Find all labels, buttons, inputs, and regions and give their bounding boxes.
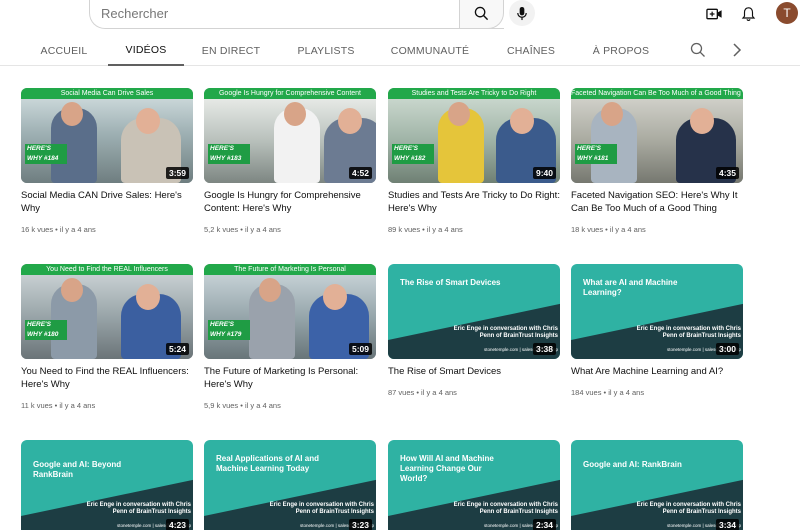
video-thumbnail[interactable]: The Future of Marketing Is Personal HERE…	[204, 264, 376, 359]
thumbnail-subtitle: Eric Enge in conversation with Chris Pen…	[636, 502, 741, 515]
duration-badge: 4:52	[348, 167, 372, 179]
heres-why-badge: HERE'S WHY #181	[575, 144, 617, 164]
video-thumbnail[interactable]: Google Is Hungry for Comprehensive Conte…	[204, 88, 376, 183]
thumbnail-title: Real Applications of AI and Machine Lear…	[216, 454, 319, 473]
avatar[interactable]: T	[776, 2, 798, 24]
video-thumbnail[interactable]: Studies and Tests Are Tricky to Do Right…	[388, 88, 560, 183]
thumbnail-banner: You Need to Find the REAL Influencers	[21, 264, 193, 275]
heres-why-badge: HERE'S WHY #179	[208, 320, 250, 340]
video-card[interactable]: Social Media Can Drive Sales HERE'S WHY …	[21, 88, 193, 243]
thumbnail-banner: Faceted Navigation Can Be Too Much of a …	[571, 88, 743, 99]
duration-badge: 2:34	[532, 519, 556, 530]
thumbnail-subtitle: Eric Enge in conversation with Chris Pen…	[86, 502, 191, 515]
thumbnail-title: Google and AI: Beyond RankBrain	[33, 460, 122, 479]
video-thumbnail[interactable]: You Need to Find the REAL Influencers HE…	[21, 264, 193, 359]
thumbnail-subtitle: Eric Enge in conversation with Chris Pen…	[269, 502, 374, 515]
thumbnail-banner: The Future of Marketing Is Personal	[204, 264, 376, 275]
video-title[interactable]: What Are Machine Learning and AI?	[571, 365, 743, 378]
thumbnail-banner: Studies and Tests Are Tricky to Do Right	[388, 88, 560, 99]
heres-why-badge: HERE'S WHY #180	[25, 320, 67, 340]
duration-badge: 3:59	[165, 167, 189, 179]
chevron-right-icon[interactable]	[731, 42, 743, 58]
video-title[interactable]: Studies and Tests Are Tricky to Do Right…	[388, 189, 560, 215]
video-thumbnail[interactable]: Faceted Navigation Can Be Too Much of a …	[571, 88, 743, 183]
video-title[interactable]: The Rise of Smart Devices	[388, 365, 560, 378]
create-video-icon	[705, 8, 722, 20]
tab-accueil[interactable]: ACCUEIL	[30, 36, 98, 65]
duration-badge: 4:23	[165, 519, 189, 530]
duration-badge: 5:24	[165, 343, 189, 355]
thumbnail-subtitle: Eric Enge in conversation with Chris Pen…	[453, 502, 558, 515]
video-card[interactable]: Google and AI: Beyond RankBrain Eric Eng…	[21, 440, 193, 530]
video-title[interactable]: Faceted Navigation SEO: Here's Why It Ca…	[571, 189, 743, 215]
duration-badge: 3:23	[348, 519, 372, 530]
video-meta: 5,9 k vues • il y a 4 ans	[204, 401, 281, 410]
tab-communaute[interactable]: COMMUNAUTÉ	[386, 36, 474, 65]
video-title[interactable]: Social Media CAN Drive Sales: Here's Why	[21, 189, 193, 215]
mic-icon	[517, 6, 527, 20]
search-button[interactable]	[459, 0, 504, 29]
thumbnail-title: Google and AI: RankBrain	[583, 460, 682, 469]
video-card[interactable]: The Rise of Smart Devices Eric Enge in c…	[388, 264, 560, 419]
video-thumbnail[interactable]: Real Applications of AI and Machine Lear…	[204, 440, 376, 530]
video-thumbnail[interactable]: Social Media Can Drive Sales HERE'S WHY …	[21, 88, 193, 183]
voice-search-button[interactable]	[509, 0, 535, 26]
tab-playlists[interactable]: PLAYLISTS	[288, 36, 364, 65]
video-meta: 184 vues • il y a 4 ans	[571, 388, 645, 397]
video-card[interactable]: Faceted Navigation Can Be Too Much of a …	[571, 88, 743, 243]
video-thumbnail[interactable]: What are AI and Machine Learning? Eric E…	[571, 264, 743, 359]
duration-badge: 3:38	[532, 343, 556, 355]
heres-why-badge: HERE'S WHY #182	[392, 144, 434, 164]
video-title[interactable]: Google Is Hungry for Comprehensive Conte…	[204, 189, 376, 215]
tab-en-direct[interactable]: EN DIRECT	[195, 36, 267, 65]
video-meta: 18 k vues • il y a 4 ans	[571, 225, 646, 234]
tab-search-icon[interactable]	[690, 42, 706, 58]
notifications-button[interactable]	[738, 4, 758, 24]
thumbnail-subtitle: Eric Enge in conversation with Chris Pen…	[636, 326, 741, 339]
video-card[interactable]: What are AI and Machine Learning? Eric E…	[571, 264, 743, 419]
video-card[interactable]: Studies and Tests Are Tricky to Do Right…	[388, 88, 560, 243]
video-title[interactable]: The Future of Marketing Is Personal: Her…	[204, 365, 376, 391]
thumbnail-title: What are AI and Machine Learning?	[583, 278, 678, 297]
thumbnail-subtitle: Eric Enge in conversation with Chris Pen…	[453, 326, 558, 339]
search-input[interactable]	[101, 3, 456, 23]
thumbnail-banner: Google Is Hungry for Comprehensive Conte…	[204, 88, 376, 99]
heres-why-badge: HERE'S WHY #184	[25, 144, 67, 164]
video-meta: 11 k vues • il y a 4 ans	[21, 401, 96, 410]
tab-chaines[interactable]: CHAÎNES	[496, 36, 566, 65]
tab-videos[interactable]: VIDÉOS	[108, 36, 184, 66]
video-card[interactable]: Real Applications of AI and Machine Lear…	[204, 440, 376, 530]
video-card[interactable]: Google Is Hungry for Comprehensive Conte…	[204, 88, 376, 243]
video-meta: 89 k vues • il y a 4 ans	[388, 225, 463, 234]
create-button[interactable]	[704, 4, 724, 24]
video-meta: 87 vues • il y a 4 ans	[388, 388, 457, 397]
bell-icon	[741, 7, 755, 21]
duration-badge: 4:35	[715, 167, 739, 179]
video-card[interactable]: The Future of Marketing Is Personal HERE…	[204, 264, 376, 419]
duration-badge: 5:09	[348, 343, 372, 355]
video-meta: 16 k vues • il y a 4 ans	[21, 225, 96, 234]
video-thumbnail[interactable]: Google and AI: RankBrain Eric Enge in co…	[571, 440, 743, 530]
video-thumbnail[interactable]: How Will AI and Machine Learning Change …	[388, 440, 560, 530]
thumbnail-title: The Rise of Smart Devices	[400, 278, 501, 287]
duration-badge: 9:40	[532, 167, 556, 179]
video-meta: 5,2 k vues • il y a 4 ans	[204, 225, 281, 234]
tab-a-propos[interactable]: À PROPOS	[586, 36, 656, 65]
thumbnail-banner: Social Media Can Drive Sales	[21, 88, 193, 99]
channel-tabs: ACCUEIL VIDÉOS EN DIRECT PLAYLISTS COMMU…	[0, 36, 800, 66]
video-card[interactable]: You Need to Find the REAL Influencers HE…	[21, 264, 193, 419]
search-icon	[474, 6, 489, 21]
video-thumbnail[interactable]: The Rise of Smart Devices Eric Enge in c…	[388, 264, 560, 359]
masthead: T	[0, 0, 800, 30]
video-card[interactable]: Google and AI: RankBrain Eric Enge in co…	[571, 440, 743, 530]
video-thumbnail[interactable]: Google and AI: Beyond RankBrain Eric Eng…	[21, 440, 193, 530]
video-title[interactable]: You Need to Find the REAL Influencers: H…	[21, 365, 193, 391]
thumbnail-title: How Will AI and Machine Learning Change …	[400, 454, 494, 483]
duration-badge: 3:34	[715, 519, 739, 530]
search-box	[89, 0, 504, 29]
heres-why-badge: HERE'S WHY #183	[208, 144, 250, 164]
duration-badge: 3:00	[715, 343, 739, 355]
video-card[interactable]: How Will AI and Machine Learning Change …	[388, 440, 560, 530]
